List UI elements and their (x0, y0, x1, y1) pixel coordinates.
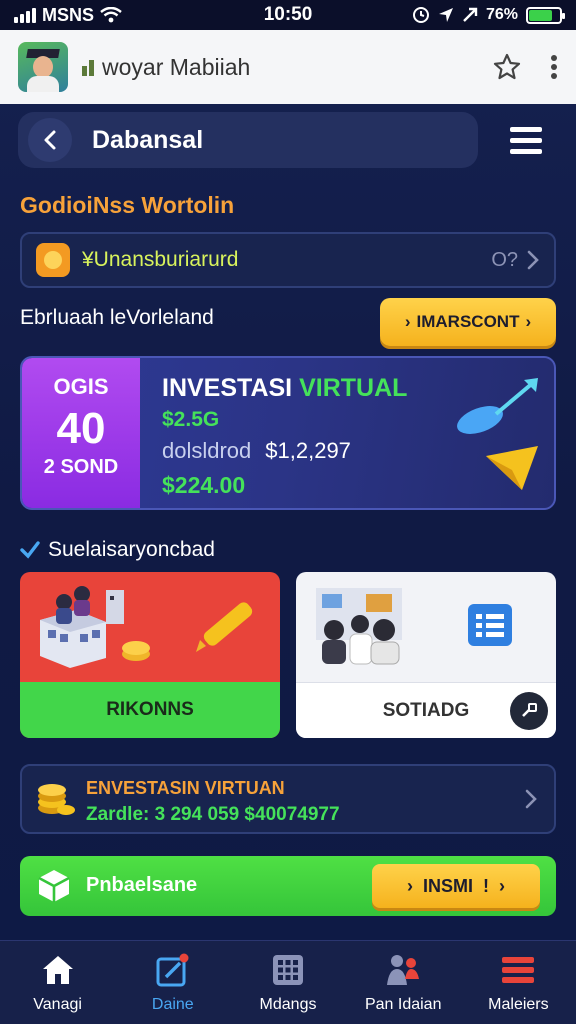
tile-sotiadg[interactable]: SOTIADG (296, 572, 556, 738)
arrow-small-icon: › (404, 312, 411, 331)
alarm-icon (412, 7, 429, 23)
people-icon (385, 952, 421, 988)
app-header: Dabansal (18, 112, 478, 168)
promo-bottom: 2 SOND (43, 456, 119, 478)
invest-list-card[interactable]: ENVESTASIN VIRTUAN Zardle: 3 294 059 $40… (20, 764, 556, 834)
invest-heading-green: VIRTUAL (299, 374, 408, 402)
pencil-icon (196, 602, 253, 652)
promo-top: OGIS (53, 374, 109, 399)
tile-rikonns[interactable]: RIKONNS (20, 572, 280, 738)
checklist-icon (468, 604, 512, 646)
nav-item-mdangs[interactable]: Mdangs (230, 941, 345, 1024)
star-icon[interactable] (492, 52, 522, 82)
status-left: MSNS (14, 5, 214, 26)
invest-amount-3: $224.00 (162, 472, 246, 498)
site-title-text: woyar Mabiiah (102, 53, 251, 80)
invest-card[interactable]: OGIS 40 2 SOND INVESTASI VIRTUAL $2.5G d… (20, 356, 556, 510)
section-title: GodioiNss Wortolin (20, 192, 235, 218)
green-action-card[interactable]: Pnbaelsane › INSMI ! › (20, 856, 556, 916)
page-title: Dabansal (92, 125, 204, 154)
share-button[interactable] (510, 692, 548, 730)
battery-icon (526, 6, 565, 24)
avatar-body (27, 76, 59, 92)
menu-icon-bar (510, 137, 542, 143)
nav-item-home[interactable]: Vanagi (0, 941, 115, 1024)
data-icon (463, 7, 478, 22)
coins-icon (38, 784, 75, 815)
carrier-label: MSNS (42, 4, 95, 25)
info-row-text: ¥Unansburiarurd (82, 248, 239, 271)
battery-percent: 76% (485, 6, 518, 23)
chevron-right-icon: › (499, 875, 505, 896)
arrow-small-icon: › (406, 875, 413, 896)
box-icon (38, 870, 70, 902)
battery-fill (529, 9, 552, 21)
back-button[interactable] (28, 118, 72, 162)
status-bar: MSNS 10:50 76% (0, 0, 576, 30)
chevron-right-icon: › (525, 312, 532, 331)
info-row-side-text: O? (491, 248, 518, 271)
nav-label: Vanagi (33, 995, 82, 1013)
more-vertical-icon[interactable] (550, 54, 558, 80)
nav-item-maleiers[interactable]: Maleiers (461, 941, 576, 1024)
invest-line-2: dolsldrod $1,2,297 (162, 438, 351, 464)
nav-item-pan-idaian[interactable]: Pan Idaian (346, 941, 461, 1024)
section-check-title: Suelaisaryoncbad (20, 538, 215, 562)
grid-icon (270, 952, 306, 988)
nav-label: Pan Idaian (364, 995, 442, 1013)
menu-icon-bar (510, 148, 542, 154)
nav-label: Daine (151, 995, 194, 1013)
invest-list-subtitle: Zardle: 3 294 059 $40074977 (86, 804, 340, 825)
sub-title: Ebrluaah leVorleland (20, 306, 214, 329)
chevron-right-icon (525, 789, 537, 809)
menu-icon-bar (510, 126, 542, 132)
insmi-button-label: INSMI (422, 875, 473, 896)
wifi-icon (100, 7, 122, 23)
insmi-button[interactable]: › INSMI ! › (372, 864, 540, 908)
invest-heading-white: INVESTASI (162, 374, 293, 402)
coin-badge-icon (36, 243, 70, 277)
site-avatar[interactable] (18, 42, 68, 92)
menu-button[interactable] (500, 118, 552, 162)
checkmark-icon (20, 541, 40, 559)
buildings-people-icon (40, 586, 150, 668)
nav-item-daine[interactable]: Daine (115, 941, 230, 1024)
promo-big-number: 40 (56, 404, 106, 453)
nav-label: Maleiers (488, 995, 549, 1013)
browser-actions (492, 52, 558, 82)
site-title: woyar Mabiiah (82, 54, 492, 81)
signal-icon (14, 7, 36, 23)
edit-note-icon (155, 952, 191, 988)
invest-list-title: ENVESTASIN VIRTUAN (86, 778, 285, 798)
location-icon (438, 8, 453, 22)
invest-heading: INVESTASI VIRTUAL (162, 374, 407, 403)
mariscont-button[interactable]: › IMARSCONT › (380, 298, 556, 346)
invest-line-2-value: $1,2,297 (265, 438, 351, 463)
chevron-right-icon (527, 250, 539, 270)
chevron-left-icon (44, 130, 56, 150)
browser-bar: woyar Mabiiah (0, 30, 576, 104)
green-card-text: Pnbaelsane (86, 874, 198, 896)
share-icon (522, 703, 537, 717)
bottom-nav: Vanagi Daine Mdangs Pan Idaian Maleiers (0, 940, 576, 1024)
status-time: 10:50 (263, 4, 313, 25)
rocket-arrow-icon (457, 378, 538, 434)
alert-icon: ! (483, 875, 489, 896)
bars-icon (82, 58, 96, 76)
home-icon (40, 952, 76, 988)
nav-label: Mdangs (259, 995, 317, 1013)
section-check-title-text: Suelaisaryoncbad (48, 538, 215, 561)
menu-lines-icon (500, 952, 536, 988)
promo-box: OGIS 40 2 SOND (22, 358, 140, 508)
info-row[interactable]: ¥Unansburiarurd O? (20, 232, 556, 288)
paper-plane-icon (486, 446, 538, 490)
avatar-face (33, 56, 53, 78)
tile-rikonns-label: RIKONNS (20, 682, 280, 738)
invest-amount-1: $2.5G (162, 408, 220, 431)
people-board-icon (316, 588, 402, 665)
mariscont-button-label: IMARSCONT (416, 312, 520, 331)
status-right: 76% (362, 6, 565, 24)
app-screen: MSNS 10:50 76% woyar Mabiiah Dabansal Go… (0, 0, 576, 1024)
invest-line-2-label: dolsldrod (162, 438, 252, 463)
